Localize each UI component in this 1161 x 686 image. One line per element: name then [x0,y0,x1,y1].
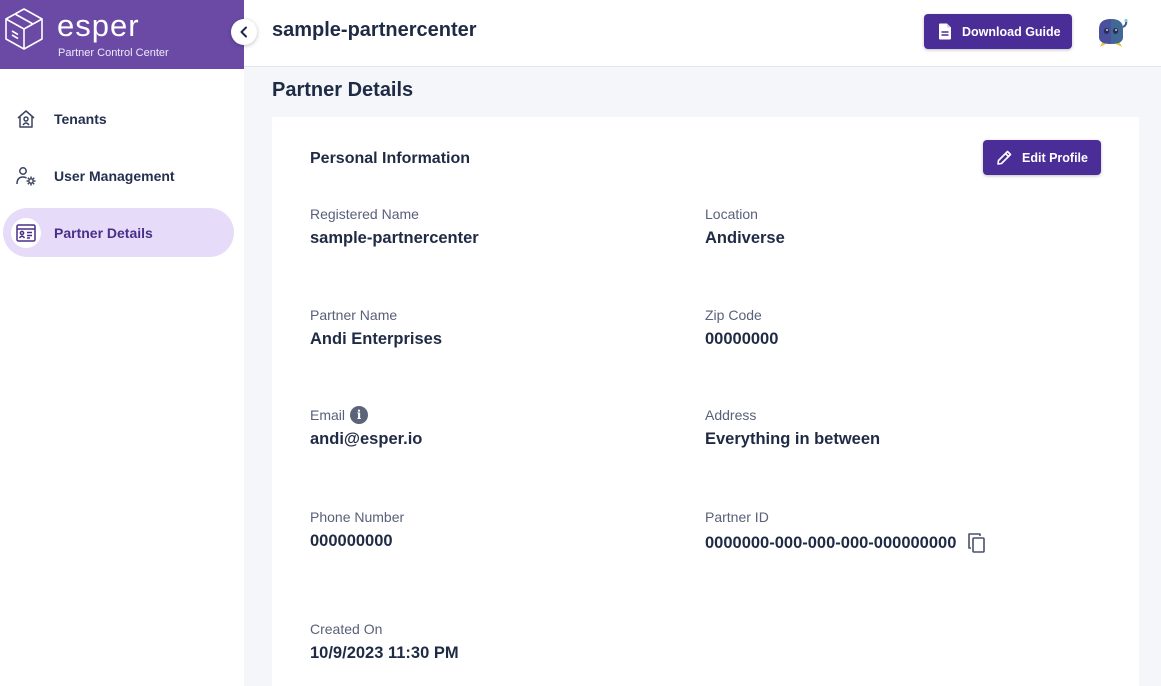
sidebar-item-user-management[interactable]: User Management [3,151,234,200]
home-icon [11,104,41,134]
personal-information-card: Personal Information Edit Profile Regist… [272,117,1139,686]
field-label: Address [705,407,757,423]
sidebar-nav: Tenants User Management Partner Details [0,94,244,265]
field-label: Partner ID [705,509,769,525]
top-header: sample-partnercenter Download Guide [244,0,1161,67]
user-gear-icon [11,161,41,191]
document-icon [939,23,951,40]
field-value: andi@esper.io [310,430,423,448]
brand-subtitle: Partner Control Center [58,47,169,59]
page-title: Partner Details [272,79,414,101]
field-value: Andiverse [705,229,785,247]
field-partner-name: Partner Name Andi Enterprises [310,306,442,350]
field-value: Andi Enterprises [310,330,443,348]
id-card-icon [11,217,41,248]
field-value: 000000000 [310,532,393,550]
collapse-sidebar-button[interactable] [231,19,257,45]
field-value: sample-partnercenter [310,229,479,247]
field-label: Zip Code [705,307,762,323]
field-label: Registered Name [310,206,419,222]
brand-header[interactable]: esper Partner Control Center [0,0,244,69]
download-guide-label: Download Guide [962,24,1061,39]
esper-logo-icon [5,8,43,50]
field-value: 00000000 [705,330,779,348]
sidebar-item-partner-details[interactable]: Partner Details [3,208,234,257]
chevron-left-icon [240,26,247,38]
brand-name: esper [57,8,140,43]
field-address: Address Everything in between [705,406,880,450]
avatar[interactable] [1094,15,1128,49]
edit-profile-button[interactable]: Edit Profile [983,140,1101,175]
page-header-title: sample-partnercenter [272,19,477,41]
field-label: Created On [310,621,383,637]
field-label: Phone Number [310,509,405,525]
sidebar-item-label: Partner Details [54,224,153,241]
app-root: esper Partner Control Center Tenants Use… [0,0,1161,686]
field-value: 0000000-000-000-000-000000000 [705,534,957,552]
edit-profile-label: Edit Profile [1022,150,1088,165]
main-content: Partner Details Personal Information Edi… [244,67,1161,686]
field-partner-id: Partner ID 0000000-000-000-000-000000000 [705,508,988,554]
field-label-row: Email i [310,406,422,424]
field-value-row: 0000000-000-000-000-000000000 [705,532,988,554]
card-title: Personal Information [310,150,471,167]
field-label: Email [310,407,346,423]
sidebar-item-label: User Management [54,167,175,184]
pencil-icon [997,150,1012,165]
info-icon[interactable]: i [350,406,369,424]
sidebar: esper Partner Control Center Tenants Use… [0,0,257,686]
field-email: Email i andi@esper.io [310,406,422,450]
download-guide-button[interactable]: Download Guide [924,14,1072,49]
field-value: Everything in between [705,430,881,448]
field-zip-code: Zip Code 00000000 [705,306,778,350]
robot-avatar-icon [1099,18,1128,47]
field-created-on: Created On 10/9/2023 11:30 PM [310,620,459,664]
field-label: Location [705,206,758,222]
field-value: 10/9/2023 11:30 PM [310,644,459,662]
sidebar-item-tenants[interactable]: Tenants [3,94,234,143]
field-location: Location Andiverse [705,205,785,249]
field-registered-name: Registered Name sample-partnercenter [310,205,479,249]
copy-icon[interactable] [966,532,988,554]
field-phone-number: Phone Number 000000000 [310,508,404,552]
field-label: Partner Name [310,307,398,323]
sidebar-item-label: Tenants [54,110,107,127]
